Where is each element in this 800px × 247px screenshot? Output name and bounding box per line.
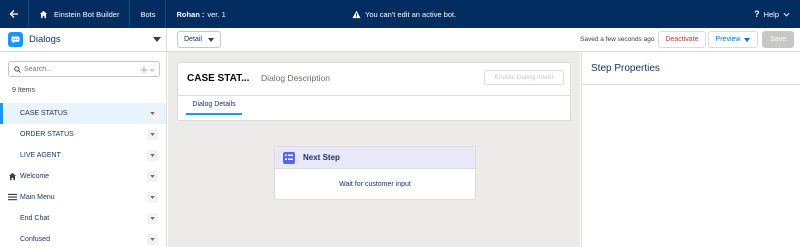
saved-status: Saved a few seconds ago [580, 36, 655, 43]
warning-icon [352, 10, 361, 18]
dialog-item-label: CASE STATUS [20, 110, 68, 117]
deactivate-button[interactable]: Deactivate [658, 31, 706, 48]
caret-down-icon [207, 37, 214, 42]
search-input[interactable] [24, 65, 124, 73]
view-select-value: Detail [184, 36, 202, 43]
home-icon [8, 172, 17, 181]
panel-title: Step Properties [591, 63, 660, 74]
search-row [8, 61, 160, 77]
dialogs-sidebar: Dialogs 9 Items CASE STATUS ORDER STATUS… [0, 28, 167, 247]
dialogs-app-icon [8, 32, 23, 47]
warning-text: You can't edit an active bot. [365, 9, 457, 19]
item-menu-button[interactable] [147, 192, 158, 203]
dialog-header-card: CASE STAT... Dialog Description Enable D… [177, 62, 571, 121]
item-count: 9 Items [12, 87, 35, 94]
enable-intent-button[interactable]: Enable Dialog Intent [484, 70, 564, 85]
dialog-item-main-menu[interactable]: Main Menu [0, 187, 166, 208]
arrow-left-icon [9, 10, 18, 18]
sidebar-header[interactable]: Dialogs [0, 28, 166, 52]
dialog-item-end-chat[interactable]: End Chat [0, 208, 166, 229]
home-icon [39, 10, 48, 18]
dialog-item-label: Confused [20, 236, 50, 243]
item-menu-button[interactable] [147, 213, 158, 224]
caret-down-icon [744, 37, 751, 42]
tab-dialog-details[interactable]: Dialog Details [186, 96, 242, 115]
search-box[interactable] [8, 61, 160, 77]
bot-name: Rohan : [176, 9, 205, 19]
view-select[interactable]: Detail [177, 31, 221, 48]
preview-label: Preview [715, 36, 741, 43]
save-button[interactable]: Save [762, 31, 794, 48]
chevron-down-icon [150, 238, 155, 241]
chevron-down-icon [150, 112, 155, 115]
next-step-node[interactable]: Next Step Wait for customer input [274, 146, 476, 200]
item-menu-button[interactable] [147, 150, 158, 161]
back-button[interactable] [0, 0, 28, 28]
menu-icon [8, 193, 17, 201]
builder-home-link[interactable]: Einstein Bot Builder [29, 0, 129, 28]
sidebar-title: Dialogs [29, 34, 61, 45]
chevron-down-icon [150, 217, 155, 220]
item-menu-button[interactable] [147, 234, 158, 245]
builder-toolbar: Detail Saved a few seconds ago Deactivat… [167, 28, 800, 52]
save-label: Save [770, 36, 786, 43]
active-bot-warning: You can't edit an active bot. [352, 0, 456, 28]
dialog-item-case-status[interactable]: CASE STATUS [0, 103, 166, 124]
bot-version-label: Rohan : ver. 1 [166, 0, 235, 28]
caret-down-icon[interactable] [153, 37, 161, 42]
item-menu-button[interactable] [147, 108, 158, 119]
item-menu-button[interactable] [147, 129, 158, 140]
dialog-item-label: Welcome [20, 173, 50, 180]
dialog-item-label: ORDER STATUS [20, 131, 74, 138]
chevron-down-icon [150, 133, 155, 136]
global-header: Einstein Bot Builder Bots Rohan : ver. 1… [0, 0, 800, 28]
chevron-down-icon [150, 154, 155, 157]
question-icon: ? [754, 9, 760, 19]
enable-intent-label: Enable Dialog Intent [494, 74, 554, 81]
bot-version: ver. 1 [207, 9, 226, 19]
chevron-down-icon [783, 12, 790, 17]
preview-button[interactable]: Preview [708, 31, 758, 48]
dialog-item-label: End Chat [20, 215, 50, 222]
dialog-item-order-status[interactable]: ORDER STATUS [0, 124, 166, 145]
next-step-icon [283, 151, 295, 164]
step-body: Wait for customer input [339, 180, 411, 188]
dialog-item-label: Main Menu [20, 194, 55, 201]
step-title: Next Step [303, 153, 340, 162]
search-icon [14, 65, 21, 73]
dialog-item-label: LIVE AGENT [20, 152, 61, 159]
dialog-list: CASE STATUS ORDER STATUS LIVE AGENT Welc… [0, 103, 166, 247]
bots-link[interactable]: Bots [130, 0, 165, 28]
step-properties-panel: Step Properties [581, 52, 800, 247]
builder-label: Einstein Bot Builder [54, 9, 120, 19]
help-menu[interactable]: ? Help [754, 0, 790, 28]
dialog-description[interactable]: Dialog Description [261, 73, 330, 83]
step-header: Next Step [275, 147, 475, 169]
help-label: Help [763, 9, 779, 19]
add-dialog-button[interactable] [140, 66, 155, 77]
deactivate-label: Deactivate [665, 36, 699, 43]
bots-label: Bots [140, 9, 156, 19]
panel-divider [582, 84, 800, 85]
dialog-item-welcome[interactable]: Welcome [0, 166, 166, 187]
dialog-item-live-agent[interactable]: LIVE AGENT [0, 145, 166, 166]
dialog-item-confused[interactable]: Confused [0, 229, 166, 247]
plus-icon [140, 66, 155, 74]
chevron-down-icon [150, 175, 155, 178]
chevron-down-icon [150, 196, 155, 199]
dialog-name[interactable]: CASE STAT... [187, 73, 249, 84]
tab-label: Dialog Details [192, 101, 236, 108]
item-menu-button[interactable] [147, 171, 158, 182]
